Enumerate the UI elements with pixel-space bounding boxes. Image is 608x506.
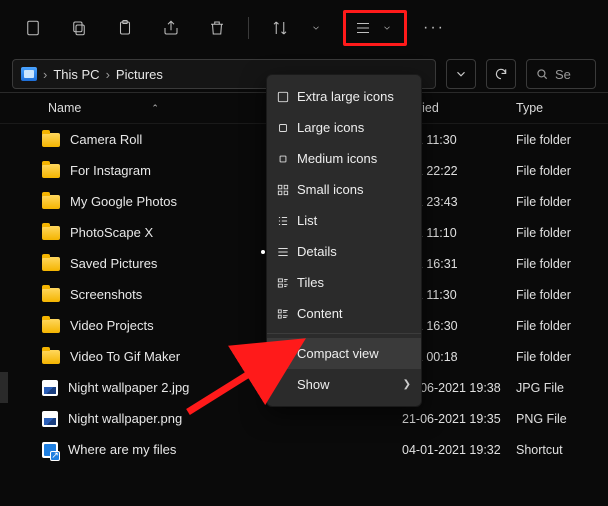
medium-icon [275, 152, 291, 166]
chevron-right-icon: › [106, 67, 110, 82]
view-button-highlight [343, 10, 407, 46]
file-name: Video To Gif Maker [70, 349, 180, 364]
refresh-button[interactable] [486, 59, 516, 89]
separator [248, 17, 249, 39]
table-row[interactable]: Where are my files 04-01-2021 19:32Shortc… [0, 434, 608, 465]
file-type: File folder [512, 164, 608, 178]
folder-icon [42, 319, 60, 333]
folder-icon [42, 226, 60, 240]
breadcrumb-seg[interactable]: This PC [53, 67, 99, 82]
folder-icon [42, 257, 60, 271]
menu-show[interactable]: Show❯ [267, 369, 421, 400]
file-name: PhotoScape X [70, 225, 153, 240]
file-name: Saved Pictures [70, 256, 157, 271]
breadcrumb-seg[interactable]: Pictures [116, 67, 163, 82]
file-type: File folder [512, 195, 608, 209]
folder-icon [42, 288, 60, 302]
chevron-right-icon: › [43, 67, 47, 82]
folder-icon [42, 133, 60, 147]
list-icon [275, 214, 291, 228]
file-type: JPG File [512, 381, 608, 395]
menu-list[interactable]: List [267, 205, 421, 236]
delete-button[interactable] [198, 10, 236, 46]
file-name: My Google Photos [70, 194, 177, 209]
menu-content[interactable]: Content [267, 298, 421, 329]
sort-caret-icon: ⌃ [151, 103, 159, 114]
tiles-icon [275, 276, 291, 290]
folder-icon [42, 195, 60, 209]
folder-icon [42, 164, 60, 178]
menu-small-icons[interactable]: Small icons [267, 174, 421, 205]
menu-separator [267, 333, 421, 334]
file-name: Where are my files [68, 442, 176, 457]
new-button[interactable] [14, 10, 52, 46]
file-name: Night wallpaper 2.jpg [68, 380, 189, 395]
search-placeholder: Se [555, 67, 571, 82]
file-type: File folder [512, 319, 608, 333]
large-icon [275, 121, 291, 135]
file-type: File folder [512, 288, 608, 302]
menu-medium-icons[interactable]: Medium icons [267, 143, 421, 174]
more-button[interactable]: ··· [415, 10, 453, 46]
file-type: PNG File [512, 412, 608, 426]
view-menu: Extra large icons Large icons Medium ico… [266, 74, 422, 407]
table-row[interactable]: Night wallpaper.png 21-06-2021 19:35PNG F… [0, 403, 608, 434]
image-file-icon [42, 411, 58, 427]
menu-extra-large-icons[interactable]: Extra large icons [267, 81, 421, 112]
file-name: Screenshots [70, 287, 142, 302]
folder-icon [42, 350, 60, 364]
file-type: File folder [512, 350, 608, 364]
share-button[interactable] [152, 10, 190, 46]
toolbar: ··· [0, 0, 608, 56]
paste-button[interactable] [106, 10, 144, 46]
file-name: Video Projects [70, 318, 154, 333]
file-type: File folder [512, 226, 608, 240]
file-type: Shortcut [512, 443, 608, 457]
file-date: 04-01-2021 19:32 [402, 443, 512, 457]
search-input[interactable]: Se [526, 59, 596, 89]
small-icon [275, 183, 291, 197]
column-type[interactable]: Type [512, 101, 608, 115]
pictures-icon [21, 67, 37, 81]
file-date: 21-06-2021 19:35 [402, 412, 512, 426]
sort-button[interactable] [261, 10, 335, 46]
chevron-right-icon: ❯ [403, 379, 411, 390]
file-name: Night wallpaper.png [68, 411, 182, 426]
content-icon [275, 307, 291, 321]
file-type: File folder [512, 133, 608, 147]
details-icon [275, 245, 291, 259]
copy-button[interactable] [60, 10, 98, 46]
chevron-down-icon [297, 10, 335, 46]
shortcut-icon [42, 442, 58, 458]
row-select-indicator [0, 372, 8, 403]
chevron-down-icon [374, 15, 400, 41]
view-button[interactable] [350, 15, 400, 41]
image-file-icon [42, 380, 58, 396]
file-name: For Instagram [70, 163, 151, 178]
menu-large-icons[interactable]: Large icons [267, 112, 421, 143]
file-name: Camera Roll [70, 132, 142, 147]
file-type: File folder [512, 257, 608, 271]
history-dropdown[interactable] [446, 59, 476, 89]
menu-compact-view[interactable]: Compact view [267, 338, 421, 369]
extra-large-icon [275, 90, 291, 104]
selected-dot-icon [261, 250, 265, 254]
menu-details[interactable]: Details [267, 236, 421, 267]
menu-tiles[interactable]: Tiles [267, 267, 421, 298]
